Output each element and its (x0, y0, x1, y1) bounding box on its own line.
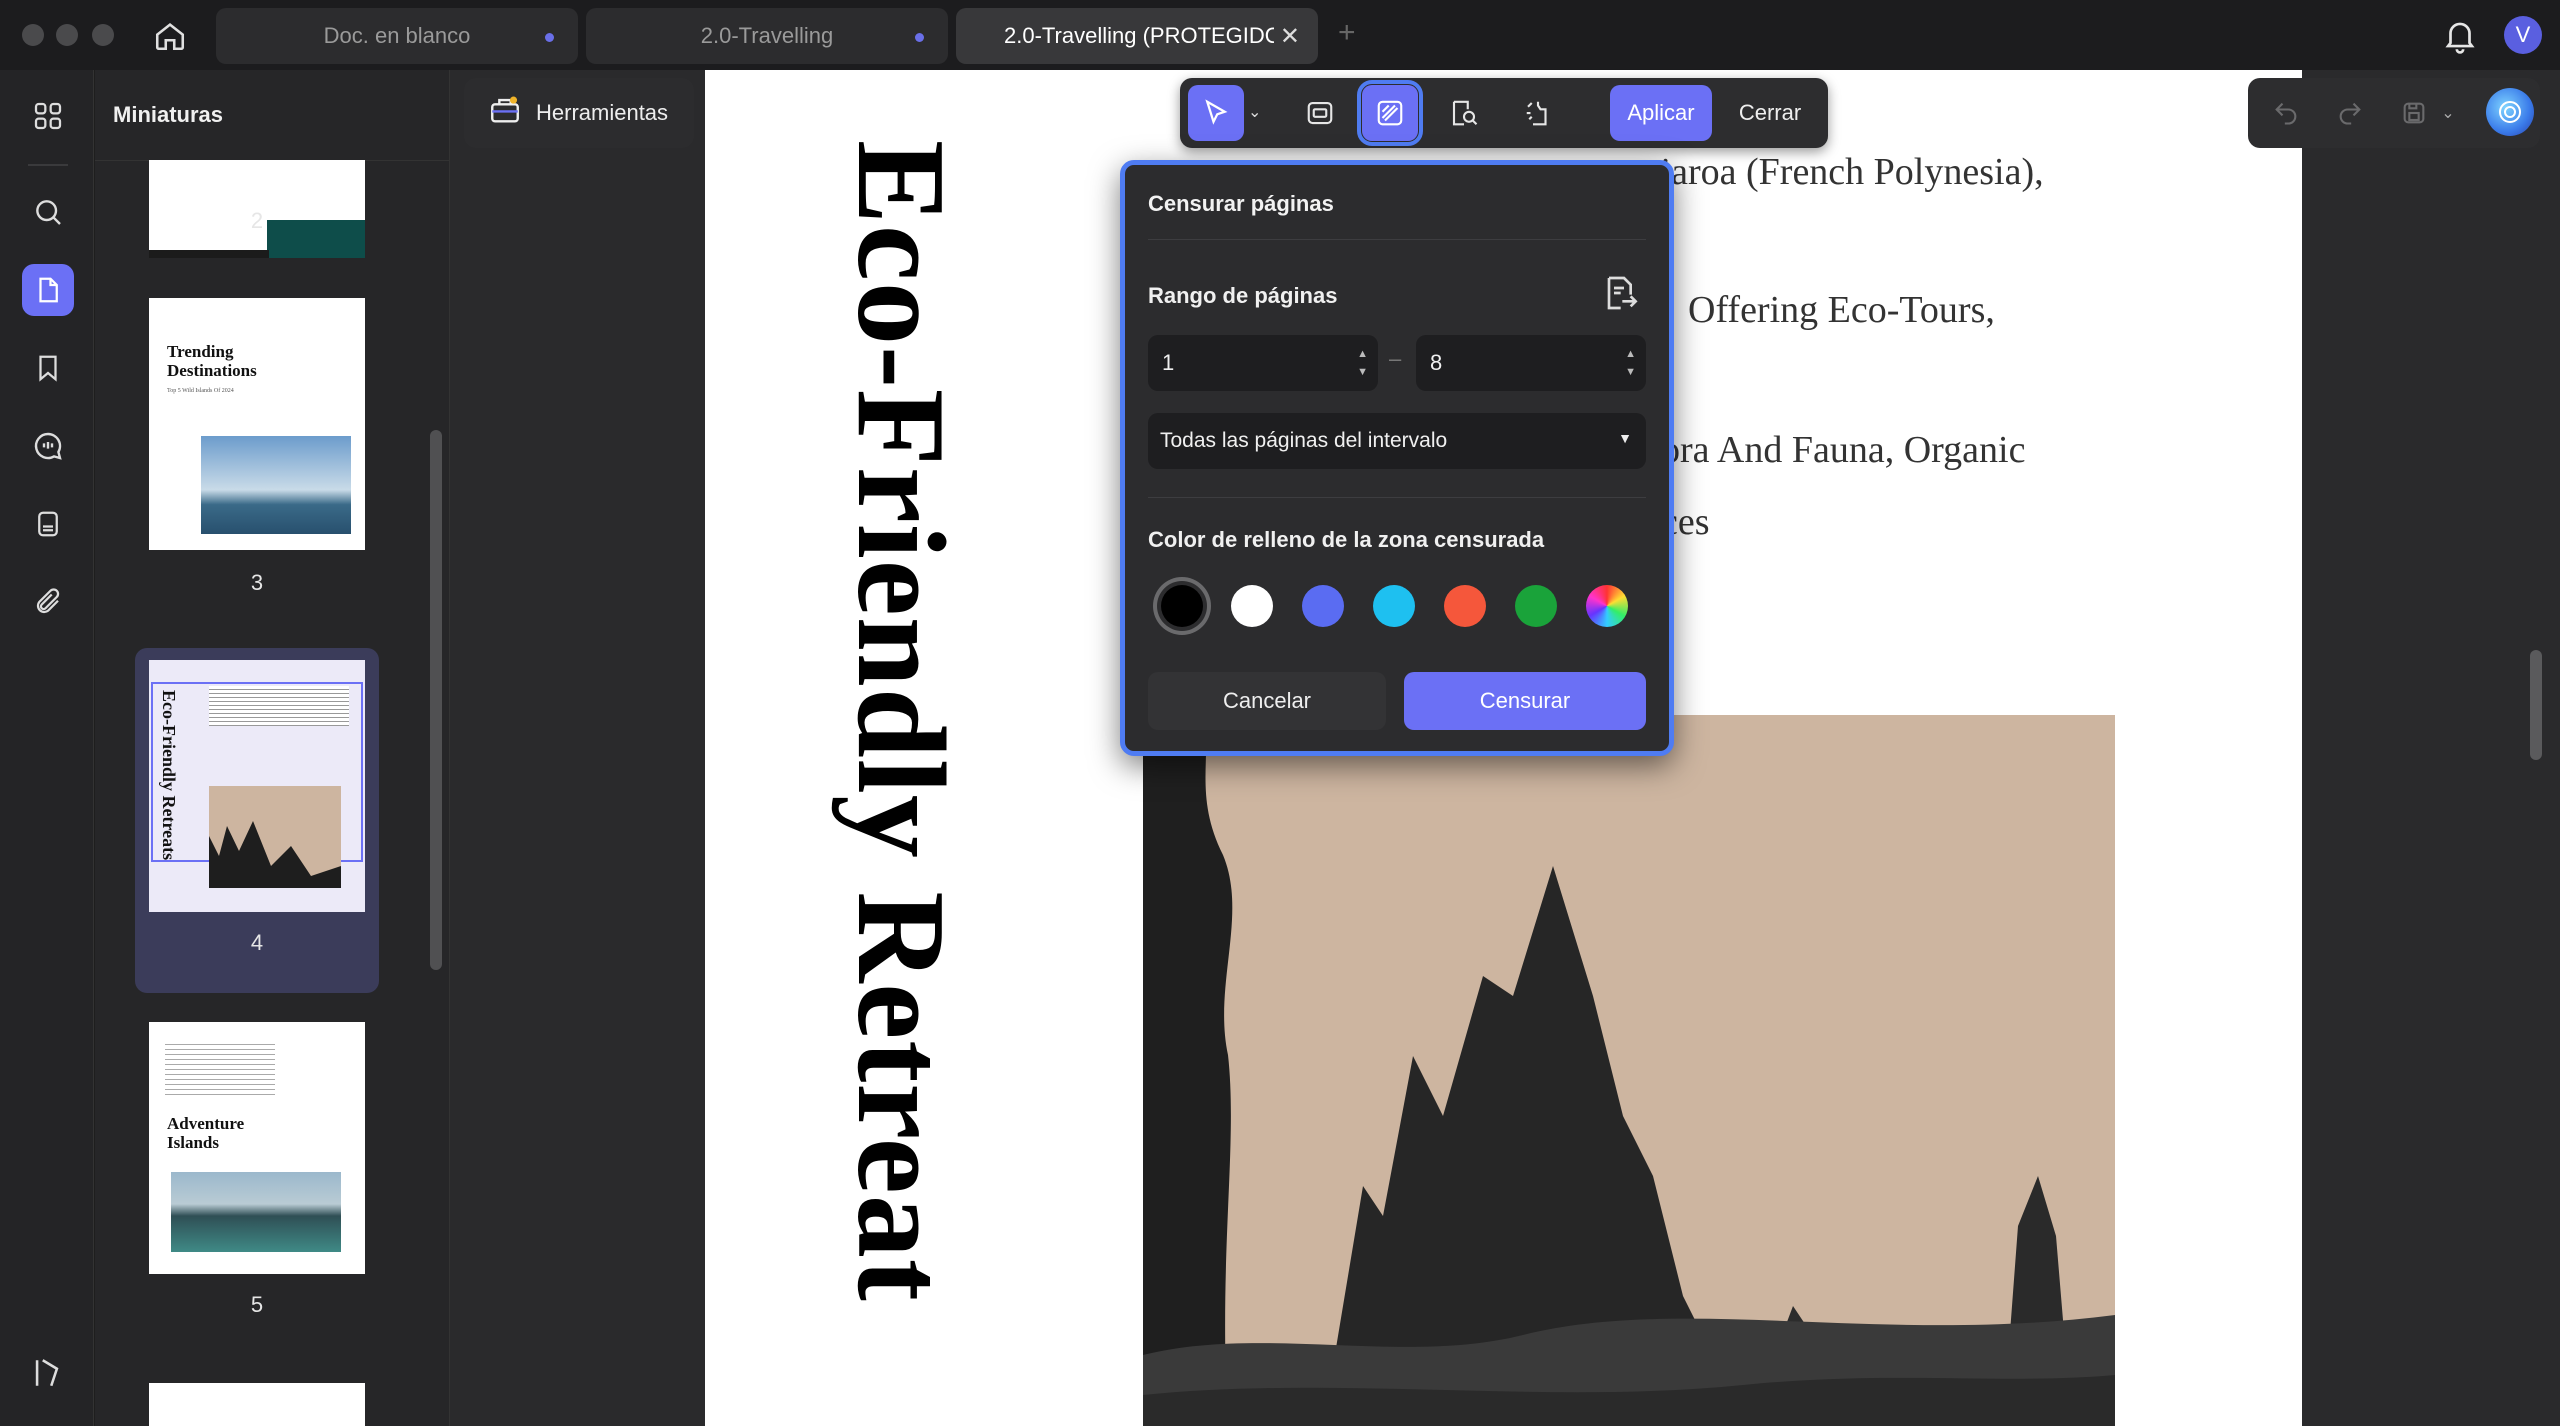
select-icon[interactable] (1188, 85, 1244, 141)
thumbnail-heading: Adventure Islands (167, 1114, 245, 1152)
panel-toggle-icon[interactable] (30, 1356, 66, 1392)
window-minimize-button[interactable] (56, 24, 78, 46)
tab-label: 2.0-Travelling (700, 23, 834, 48)
document-scrollbar[interactable] (2530, 650, 2542, 760)
search-icon[interactable] (22, 186, 74, 238)
thumbnail-page-6[interactable] (149, 1383, 365, 1426)
thumbnail-subtitle: Top 5 Wild Islands Of 2024 (167, 388, 234, 394)
page-range-label: Rango de páginas (1148, 283, 1338, 308)
color-picker-icon[interactable] (1586, 585, 1628, 627)
thumbnail-heading: Trending Destinations (167, 342, 257, 380)
stepper-arrows-icon[interactable]: ▲ ▼ (1357, 345, 1368, 381)
color-swatch-blue[interactable] (1302, 585, 1344, 627)
tools-button[interactable]: Herramientas (464, 78, 694, 148)
toolbox-icon (488, 93, 522, 133)
tab-blank-doc[interactable]: Doc. en blanco (216, 8, 578, 64)
fill-color-label: Color de relleno de la zona censurada (1148, 527, 1545, 552)
redact-area-icon[interactable] (1292, 85, 1348, 141)
color-swatch-red[interactable] (1444, 585, 1486, 627)
thumbnail-image (209, 786, 341, 888)
color-swatch-green[interactable] (1515, 585, 1557, 627)
page-number: 2 (250, 208, 264, 233)
ai-assistant-icon[interactable] (2486, 88, 2534, 136)
pages-icon[interactable] (22, 264, 74, 316)
dropdown-caret-icon: ▼ (1618, 430, 1632, 446)
page-number: 3 (250, 570, 264, 595)
color-swatch-white[interactable] (1231, 585, 1273, 627)
redact-text-icon[interactable] (1510, 85, 1566, 141)
thumbnail-image (201, 436, 351, 534)
range-from-stepper[interactable]: 1 ▲ ▼ (1148, 335, 1378, 391)
thumbnail-image (171, 1172, 341, 1252)
page-number: 4 (250, 930, 264, 955)
save-icon[interactable] (2396, 95, 2432, 131)
redo-icon[interactable] (2332, 95, 2368, 131)
avatar[interactable]: V (2504, 16, 2542, 54)
divider (1148, 239, 1646, 240)
unsaved-dot-icon (545, 33, 554, 42)
color-swatch-cyan[interactable] (1373, 585, 1415, 627)
doc-text-line: ora And Fauna, Organic (1661, 429, 2026, 471)
thumbnails-panel: Miniaturas 2 Trending Destinations Top 5… (95, 70, 450, 1426)
new-tab-icon[interactable]: + (1338, 16, 1356, 50)
cancel-button[interactable]: Cancelar (1148, 672, 1386, 730)
page-number: 5 (250, 1292, 264, 1317)
document-icon[interactable] (22, 498, 74, 550)
divider (1148, 497, 1646, 498)
color-swatch-black[interactable] (1161, 585, 1203, 627)
chevron-down-icon[interactable]: ⌄ (2438, 95, 2458, 131)
window-zoom-button[interactable] (92, 24, 114, 46)
dialog-title: Censurar páginas (1148, 191, 1334, 216)
redact-pages-icon[interactable] (1357, 80, 1423, 146)
thumbnails-icon[interactable] (22, 90, 74, 142)
redact-button[interactable]: Censurar (1404, 672, 1646, 730)
comment-icon[interactable] (22, 420, 74, 472)
stepper-arrows-icon[interactable]: ▲ ▼ (1625, 345, 1636, 381)
title-bar: Doc. en blanco 2.0-Travelling 2.0-Travel… (0, 0, 2560, 70)
unsaved-dot-icon (915, 33, 924, 42)
left-sidebar (0, 70, 94, 1426)
thumbnail-page-5[interactable]: Adventure Islands (149, 1022, 365, 1274)
tools-label: Herramientas (536, 100, 669, 125)
apply-button[interactable]: Aplicar (1610, 85, 1712, 141)
range-to-value: 8 (1430, 350, 1443, 375)
range-separator: – (1389, 346, 1402, 371)
tab-travelling[interactable]: 2.0-Travelling (586, 8, 948, 64)
thumbnail-text (209, 686, 349, 726)
thumbnail-page-4[interactable]: Eco-Friendly Retreats (149, 660, 365, 912)
window-close-button[interactable] (22, 24, 44, 46)
range-mode-select[interactable]: Todas las páginas del intervalo ▼ (1148, 413, 1646, 469)
thumbnail-scrollbar[interactable] (430, 430, 442, 970)
tab-travelling-protected[interactable]: 2.0-Travelling (PROTEGIDO ✕ (956, 8, 1318, 64)
bell-icon[interactable] (2441, 16, 2479, 54)
undo-icon[interactable] (2268, 95, 2304, 131)
range-to-stepper[interactable]: 8 ▲ ▼ (1416, 335, 1646, 391)
divider (28, 164, 68, 166)
tab-label: Doc. en blanco (323, 23, 471, 48)
tab-label: 2.0-Travelling (PROTEGIDO (1004, 23, 1274, 48)
avatar-letter: V (2515, 22, 2531, 47)
thumbnail-page-3[interactable]: Trending Destinations Top 5 Wild Islands… (149, 298, 365, 550)
redact-pages-dialog: Censurar páginas Rango de páginas 1 ▲ ▼ –… (1120, 160, 1674, 756)
attachment-icon[interactable] (22, 576, 74, 628)
chevron-down-icon[interactable]: ⌄ (1248, 102, 1261, 122)
document-actions-toolbar: ⌄ (2248, 78, 2540, 148)
range-mode-value: Todas las páginas del intervalo (1160, 429, 1448, 452)
page-vertical-title: Eco-Friendly Retreat (831, 140, 970, 1302)
thumbnail-bar (149, 250, 269, 258)
close-tab-icon[interactable]: ✕ (1280, 22, 1300, 51)
thumbnail-vertical-title: Eco-Friendly Retreats (159, 690, 179, 861)
search-redact-icon[interactable] (1436, 85, 1492, 141)
thumbnail-text (165, 1040, 275, 1098)
close-button[interactable]: Cerrar (1720, 85, 1820, 141)
doc-text-line: Offering Eco-Tours, (1688, 289, 1995, 331)
panel-title: Miniaturas (113, 102, 224, 127)
page-photo (1143, 715, 2115, 1426)
range-from-value: 1 (1162, 350, 1175, 375)
doc-text-line: tiaroa (French Polynesia), (1650, 151, 2044, 193)
redact-toolbar: ⌄ Aplicar Cerrar (1180, 78, 1828, 148)
page-range-icon[interactable] (1599, 273, 1641, 315)
bookmark-icon[interactable] (22, 342, 74, 394)
home-icon[interactable] (150, 16, 190, 56)
